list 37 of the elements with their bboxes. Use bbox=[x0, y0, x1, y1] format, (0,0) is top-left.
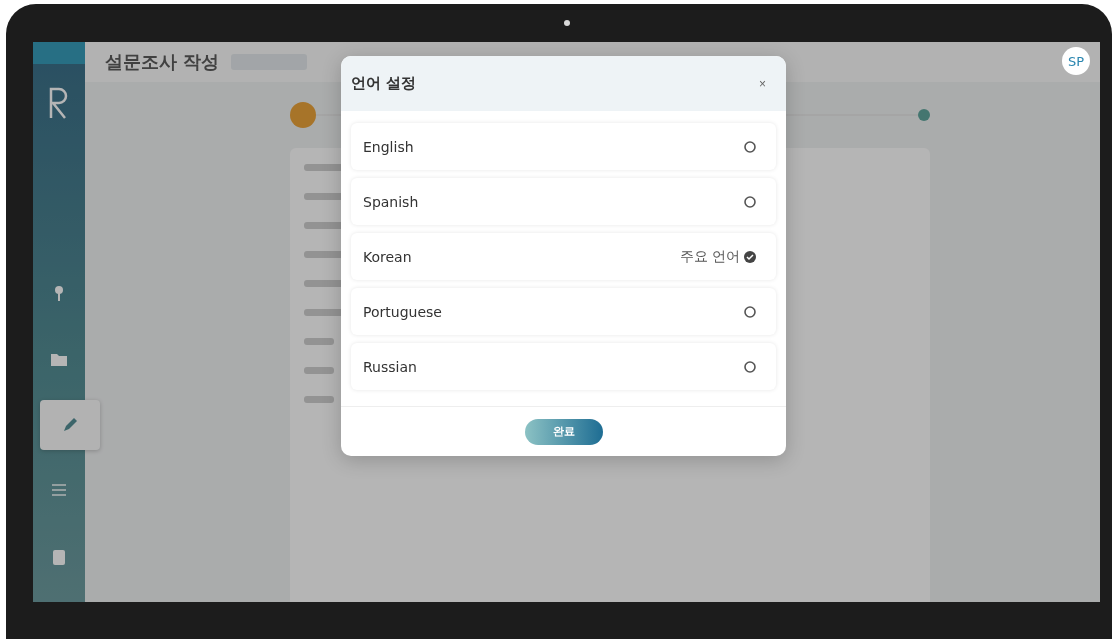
blurred-text-bar bbox=[304, 222, 344, 229]
folder-icon bbox=[51, 352, 67, 366]
check-circle-icon[interactable] bbox=[744, 250, 756, 263]
step-dot bbox=[918, 109, 930, 121]
language-name: Korean bbox=[363, 248, 412, 265]
blurred-text-bar bbox=[304, 396, 334, 403]
blurred-text-bar bbox=[304, 193, 344, 200]
list-icon bbox=[52, 483, 66, 499]
logo-icon bbox=[48, 86, 70, 120]
language-option[interactable]: English bbox=[351, 123, 776, 170]
radio-icon[interactable] bbox=[744, 195, 756, 208]
language-name: English bbox=[363, 138, 414, 155]
language-name: Spanish bbox=[363, 193, 419, 210]
blurred-text-bar bbox=[304, 280, 344, 287]
language-option[interactable]: Spanish bbox=[351, 178, 776, 225]
blurred-text-bar bbox=[304, 251, 344, 258]
sidebar-top-strip bbox=[33, 42, 85, 64]
language-name: Portuguese bbox=[363, 303, 442, 320]
pin-icon bbox=[54, 285, 64, 301]
radio-icon[interactable] bbox=[744, 140, 756, 153]
step-dot bbox=[290, 102, 316, 128]
blurred-text-bar bbox=[304, 338, 334, 345]
radio-icon[interactable] bbox=[744, 360, 756, 373]
primary-language-label: 주요 언어 bbox=[679, 247, 740, 266]
language-option[interactable]: Korean 주요 언어 bbox=[351, 233, 776, 280]
camera-dot bbox=[563, 20, 570, 26]
radio-icon[interactable] bbox=[744, 305, 756, 318]
close-button[interactable]: × bbox=[753, 72, 772, 95]
pencil-icon bbox=[62, 417, 78, 433]
dialog-title: 언어 설정 bbox=[351, 74, 417, 93]
blurred-text-bar bbox=[304, 367, 334, 374]
blurred-text-bar bbox=[304, 309, 344, 316]
language-option[interactable]: Russian bbox=[351, 343, 776, 390]
document-icon bbox=[53, 549, 65, 565]
language-option[interactable]: Portuguese bbox=[351, 288, 776, 335]
page-title: 설문조사 작성 bbox=[105, 50, 220, 74]
language-name: Russian bbox=[363, 358, 417, 375]
